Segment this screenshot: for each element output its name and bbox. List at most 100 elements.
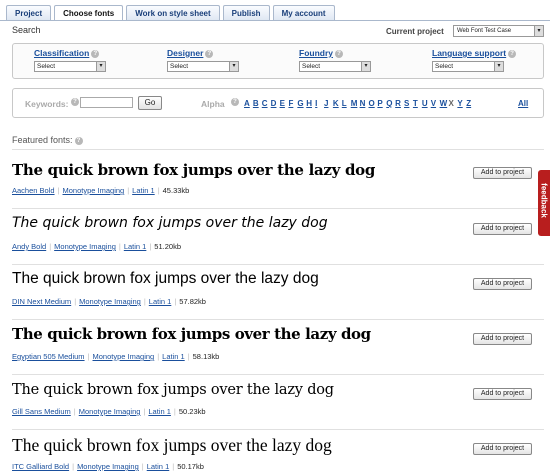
alpha-letter-k[interactable]: K — [333, 99, 342, 108]
help-icon[interactable]: ? — [335, 50, 343, 58]
alpha-letter-z[interactable]: Z — [466, 99, 475, 108]
meta-separator: | — [157, 352, 160, 361]
font-name-link[interactable]: Gill Sans Medium — [12, 407, 71, 416]
font-file-size: 45.33kb — [162, 186, 190, 195]
alpha-letter-w[interactable]: W — [440, 99, 449, 108]
alpha-letter-t[interactable]: T — [413, 99, 422, 108]
add-to-project-button[interactable]: Add to project — [473, 278, 532, 290]
help-icon[interactable]: ? — [74, 137, 83, 145]
classification-select[interactable]: Select ▾ — [34, 61, 106, 72]
tab-divider — [0, 20, 550, 21]
meta-separator: | — [172, 462, 175, 471]
feedback-tab[interactable]: feedback — [538, 170, 550, 236]
alpha-letter-u[interactable]: U — [422, 99, 431, 108]
alpha-letter-q[interactable]: Q — [386, 99, 395, 108]
alpha-all-link[interactable]: All — [518, 99, 528, 108]
current-project-select[interactable]: Web Font Test Case ▾ — [453, 25, 544, 37]
alpha-letter-y[interactable]: Y — [457, 99, 466, 108]
tab-my-account[interactable]: My account — [272, 5, 335, 21]
add-to-project-button[interactable]: Add to project — [473, 223, 532, 235]
alpha-letter-e[interactable]: E — [280, 99, 289, 108]
tab-publish[interactable]: Publish — [222, 5, 270, 21]
font-meta: Gill Sans Medium | Monotype Imaging | Latin … — [12, 407, 206, 416]
font-name-link[interactable]: Aachen Bold — [12, 186, 55, 195]
alpha-letter-a[interactable]: A — [244, 99, 253, 108]
chevron-down-icon[interactable]: ▾ — [96, 62, 105, 71]
font-file-size: 57.82kb — [179, 297, 206, 306]
font-meta: Egyptian 505 Medium | Monotype Imaging | Lat… — [12, 352, 219, 361]
add-to-project-button[interactable]: Add to project — [473, 167, 532, 179]
font-name-link[interactable]: Andy Bold — [12, 242, 46, 251]
alpha-letter-d[interactable]: D — [271, 99, 280, 108]
designer-link[interactable]: Designer — [167, 48, 203, 58]
alpha-letter-r[interactable]: R — [395, 99, 404, 108]
tab-work-on-style-sheet[interactable]: Work on style sheet — [126, 5, 220, 21]
foundry-link[interactable]: Monotype Imaging — [63, 186, 125, 195]
alpha-letter-n[interactable]: N — [360, 99, 369, 108]
add-to-project-button[interactable]: Add to project — [473, 443, 532, 455]
chevron-down-icon[interactable]: ▾ — [494, 62, 503, 71]
divider — [12, 264, 544, 265]
help-icon[interactable]: ? — [231, 98, 239, 106]
font-name-link[interactable]: Egyptian 505 Medium — [12, 352, 85, 361]
alpha-letter-i[interactable]: I — [315, 99, 324, 108]
alpha-letter-f[interactable]: F — [288, 99, 297, 108]
help-icon[interactable]: ? — [71, 98, 79, 106]
alpha-letter-v[interactable]: V — [431, 99, 440, 108]
foundry-link[interactable]: Monotype Imaging — [79, 297, 141, 306]
meta-separator: | — [118, 242, 121, 251]
alpha-letter-g[interactable]: G — [297, 99, 306, 108]
add-to-project-button[interactable]: Add to project — [473, 388, 532, 400]
help-icon[interactable]: ? — [508, 50, 517, 58]
font-name-link[interactable]: DIN Next Medium — [12, 297, 71, 306]
alpha-letter-o[interactable]: O — [368, 99, 377, 108]
chevron-down-icon[interactable]: ▾ — [534, 26, 543, 36]
chevron-down-icon[interactable]: ▾ — [361, 62, 370, 71]
alpha-letter-x: X — [448, 99, 454, 108]
alpha-letter-p[interactable]: P — [377, 99, 386, 108]
foundry-link[interactable]: Monotype Imaging — [77, 462, 139, 471]
alpha-letter-l[interactable]: L — [342, 99, 351, 108]
font-name-link[interactable]: ITC Galliard Bold — [12, 462, 69, 471]
alpha-letter-s[interactable]: S — [404, 99, 413, 108]
language-link[interactable]: Latin 1 — [149, 297, 172, 306]
meta-separator: | — [127, 186, 130, 195]
classification-select-value: Select — [37, 63, 56, 70]
help-icon[interactable]: ? — [91, 50, 100, 58]
go-button[interactable]: Go — [138, 96, 162, 110]
alpha-letter-b[interactable]: B — [253, 99, 262, 108]
language-link[interactable]: Latin 1 — [124, 242, 147, 251]
font-row: The quick brown fox jumps over the lazy … — [12, 378, 532, 433]
help-icon[interactable]: ? — [205, 50, 214, 58]
language-support-link[interactable]: Language support — [432, 48, 506, 58]
chevron-down-icon[interactable]: ▾ — [229, 62, 238, 71]
foundry-link[interactable]: Foundry — [299, 48, 333, 58]
tab-choose-fonts[interactable]: Choose fonts — [54, 5, 124, 21]
language-link[interactable]: Latin 1 — [147, 462, 170, 471]
foundry-link[interactable]: Monotype Imaging — [54, 242, 116, 251]
language-link[interactable]: Latin 1 — [132, 186, 155, 195]
alpha-letter-j[interactable]: J — [324, 99, 333, 108]
divider — [12, 319, 544, 320]
meta-separator: | — [143, 297, 146, 306]
font-meta: DIN Next Medium | Monotype Imaging | Latin 1… — [12, 297, 206, 306]
alpha-letter-c[interactable]: C — [262, 99, 271, 108]
filter-panel: Classification? Select ▾ Designer? Select… — [12, 43, 544, 79]
foundry-link[interactable]: Monotype Imaging — [93, 352, 155, 361]
language-link[interactable]: Latin 1 — [162, 352, 185, 361]
tab-project[interactable]: Project — [6, 5, 52, 21]
alpha-letter-h[interactable]: H — [306, 99, 315, 108]
designer-select[interactable]: Select ▾ — [167, 61, 239, 72]
divider — [12, 208, 544, 209]
alpha-letter-m[interactable]: M — [351, 99, 360, 108]
add-to-project-button[interactable]: Add to project — [473, 333, 532, 345]
meta-separator: | — [173, 407, 176, 416]
foundry-select[interactable]: Select ▾ — [299, 61, 371, 72]
classification-link[interactable]: Classification — [34, 48, 89, 58]
foundry-link[interactable]: Monotype Imaging — [79, 407, 141, 416]
keywords-input[interactable] — [80, 97, 133, 108]
language-link[interactable]: Latin 1 — [148, 407, 171, 416]
font-row: The quick brown fox jumps over the lazy … — [12, 323, 532, 378]
filter-designer: Designer? Select ▾ — [167, 48, 239, 72]
language-support-select[interactable]: Select ▾ — [432, 61, 504, 72]
